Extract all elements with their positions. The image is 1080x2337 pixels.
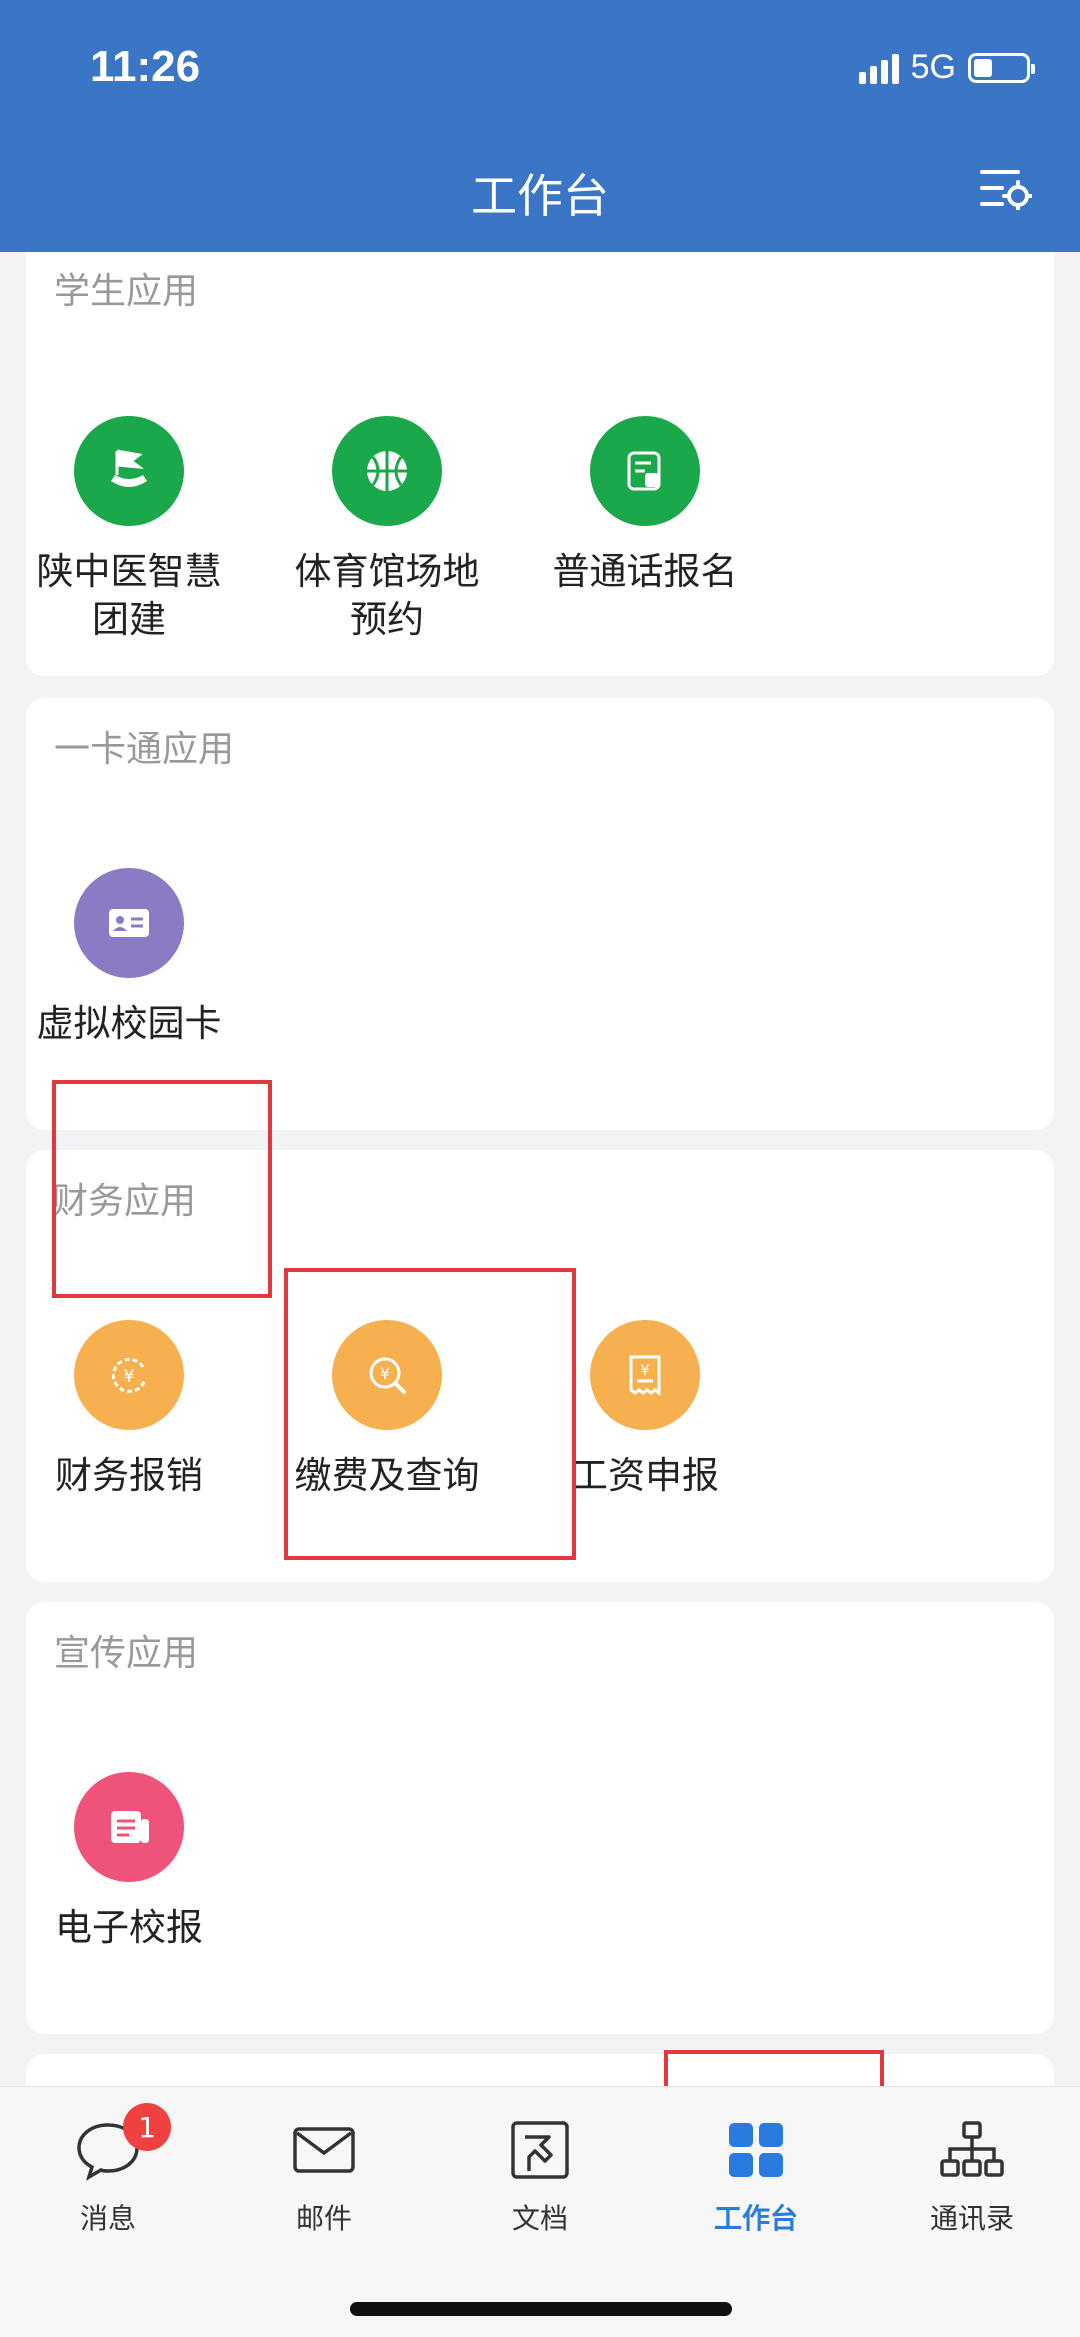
status-time: 11:26: [90, 42, 201, 91]
network-type: 5G: [910, 48, 956, 86]
chat-bubble-icon: 1: [73, 2103, 171, 2185]
section-title: 一卡通应用: [54, 729, 235, 770]
section-card-apps: 一卡通应用 虚拟校园卡: [26, 698, 1054, 1130]
document-icon: [505, 2115, 575, 2185]
settings-sliders-icon[interactable]: [980, 166, 1034, 212]
home-indicator[interactable]: [350, 2302, 732, 2316]
annotation-box-payment-query: [284, 1268, 576, 1560]
svg-text:¥: ¥: [641, 1363, 650, 1379]
section-publicity-apps: 宣传应用 电子校报: [26, 1602, 1054, 2034]
app-label: 电子校报: [55, 1906, 203, 1949]
app-header: 11:26 5G 工作台: [0, 0, 1080, 252]
tab-contacts[interactable]: 通讯录: [864, 2115, 1080, 2237]
signal-icon: [858, 52, 899, 84]
tab-label: 文档: [511, 2202, 568, 2235]
tab-label: 邮件: [295, 2202, 352, 2235]
app-mandarin-registration[interactable]: 普通话报名: [516, 416, 774, 596]
app-label: 普通话报名: [552, 550, 738, 593]
app-label: 财务报销: [55, 1454, 203, 1497]
grid-icon: [721, 2115, 791, 2185]
section-next-partial: [26, 2054, 1054, 2086]
tab-label: 工作台: [713, 2202, 798, 2235]
app-gym-booking[interactable]: 体育馆场地预约: [258, 416, 516, 644]
app-reimbursement[interactable]: ¥ 财务报销: [0, 1320, 258, 1500]
section-title: 宣传应用: [54, 1633, 199, 1674]
app-e-newspaper[interactable]: 电子校报: [0, 1772, 258, 1952]
basketball-icon: [332, 416, 442, 526]
app-label: 体育馆场地预约: [294, 550, 480, 642]
section-title: 学生应用: [54, 271, 199, 312]
tab-messages[interactable]: 1 消息: [0, 2103, 216, 2237]
svg-text:¥: ¥: [123, 1366, 134, 1387]
bottom-tab-bar: 1 消息 邮件 文档 工作台 通讯录: [0, 2086, 1080, 2337]
unread-badge: 1: [123, 2103, 171, 2151]
tab-label: 消息: [79, 2202, 136, 2235]
yen-refresh-icon: ¥: [74, 1320, 184, 1430]
status-indicators: 5G: [858, 48, 1035, 87]
app-label: 虚拟校园卡: [36, 1002, 222, 1045]
envelope-icon: [289, 2115, 359, 2185]
id-card-icon: [74, 868, 184, 978]
yen-receipt-icon: ¥: [590, 1320, 700, 1430]
form-icon: [590, 416, 700, 526]
org-chart-icon: [937, 2115, 1007, 2185]
app-smart-league[interactable]: 陕中医智慧团建: [0, 416, 258, 644]
app-label: 陕中医智慧团建: [36, 550, 222, 642]
flag-badge-icon: [74, 416, 184, 526]
annotation-box-finance-title: [52, 1080, 272, 1298]
battery-icon: [968, 52, 1035, 83]
tab-documents[interactable]: 文档: [432, 2115, 648, 2237]
section-student-apps: 学生应用 陕中医智慧团建 体育馆场地预约 普通话报名: [26, 252, 1054, 676]
app-virtual-campus-card[interactable]: 虚拟校园卡: [0, 868, 258, 1048]
newspaper-icon: [74, 1772, 184, 1882]
page-title: 工作台: [471, 169, 609, 223]
tab-label: 通讯录: [929, 2202, 1014, 2235]
tab-workbench[interactable]: 工作台: [648, 2115, 864, 2237]
tab-mail[interactable]: 邮件: [216, 2115, 432, 2237]
